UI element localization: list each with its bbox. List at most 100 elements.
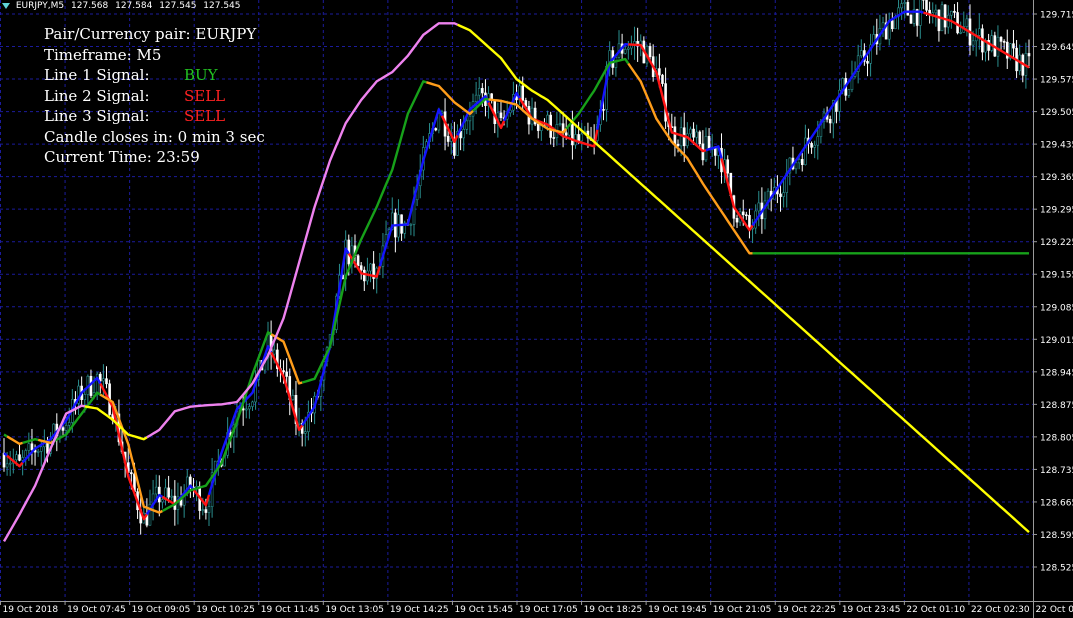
pair-row: Pair/Currency pair: EURJPY	[44, 24, 265, 45]
x-tick-label: 19 Oct 11:45	[261, 605, 320, 615]
candle-body	[937, 9, 941, 32]
candle-body	[207, 506, 211, 513]
candle-body	[64, 424, 68, 431]
candle-body	[695, 131, 698, 138]
candle-body	[741, 211, 745, 216]
candle-body	[1027, 53, 1031, 57]
candle-body	[21, 457, 24, 461]
candle-body	[536, 123, 540, 131]
candle-body	[564, 132, 568, 136]
candle-body	[303, 431, 307, 434]
candle-body	[800, 159, 804, 165]
candle-body	[359, 265, 363, 271]
candle-body	[356, 255, 360, 266]
candle-body	[891, 20, 894, 30]
line3-signal-value: SELL	[184, 107, 226, 125]
y-tick-label: 129.015	[1040, 336, 1073, 346]
line1-row: Line 1 Signal: BUY	[44, 65, 265, 86]
candle-body	[369, 263, 372, 272]
candle-body	[102, 378, 105, 382]
candle-body	[996, 36, 1000, 57]
candle-body	[971, 40, 975, 46]
candle-body	[437, 113, 441, 131]
line2-label: Line 2 Signal:	[44, 86, 150, 105]
x-tick-label: 19 Oct 23:45	[842, 605, 901, 615]
candle-body	[83, 394, 87, 400]
candle-body	[692, 128, 695, 138]
candle-body	[965, 18, 969, 27]
chart-window: 129.715 129.645 129.575 129.505 129.435 129.3…	[0, 0, 1073, 618]
candle-body	[648, 46, 652, 57]
y-tick-label: 128.875	[1040, 401, 1073, 411]
candle-body	[272, 349, 276, 355]
candle-body	[757, 202, 761, 212]
middle-line-segment	[301, 80, 427, 384]
candle-body	[251, 401, 254, 407]
candle-body	[779, 193, 782, 197]
candle-close-row: Candle closes in: 0 min 3 sec	[44, 127, 265, 148]
x-tick-label: 19 Oct 21:05	[713, 605, 772, 615]
candle-body	[15, 454, 18, 461]
candle-body	[36, 451, 40, 453]
middle-line-segment	[3, 433, 8, 438]
candle-body	[167, 487, 170, 498]
x-tick-label: 19 Oct 13:05	[325, 605, 384, 615]
candle-body	[248, 406, 251, 410]
open-price: 127.568	[71, 1, 109, 11]
y-tick-label: 129.085	[1040, 303, 1073, 313]
y-tick-label: 129.715	[1040, 11, 1073, 21]
candle-body	[686, 133, 689, 147]
candle-body	[978, 28, 981, 36]
candle-body	[468, 115, 472, 122]
y-tick-label: 128.735	[1040, 466, 1073, 476]
high-price: 127.584	[115, 1, 153, 11]
candle-body	[521, 85, 525, 101]
candle-body	[18, 454, 21, 461]
x-tick-label: 19 Oct 10:25	[196, 605, 255, 615]
candle-body	[804, 137, 807, 165]
fast-line-segment	[301, 247, 350, 426]
line2-row: Line 2 Signal: SELL	[44, 86, 265, 107]
symbol-menu-arrow-icon[interactable]	[2, 2, 10, 9]
candle-body	[580, 133, 584, 142]
candle-body	[474, 94, 478, 102]
candle-body	[105, 378, 108, 385]
candle-body	[704, 136, 708, 161]
y-tick-label: 128.805	[1040, 433, 1073, 443]
middle-line-segment	[426, 81, 474, 116]
candle-body	[745, 214, 748, 217]
candle-body	[909, 14, 913, 24]
candle-body	[847, 89, 851, 96]
y-tick-label: 129.225	[1040, 238, 1073, 248]
x-tick-label: 19 Oct 18:25	[584, 605, 643, 615]
candle-body	[925, 0, 928, 11]
timeframe-label: Timeframe: M5	[44, 45, 162, 64]
candle-body	[30, 443, 34, 451]
x-tick-label: 22 Oct 01:10	[906, 605, 965, 615]
y-tick-label: 129.435	[1040, 141, 1073, 151]
candle-body	[5, 463, 9, 468]
x-tick-label: 19 Oct 19:45	[648, 605, 707, 615]
symbol-header: EURJPY,M5 127.568 127.584 127.545 127.54…	[2, 1, 245, 11]
x-tick-label: 19 Oct 14:25	[390, 605, 449, 615]
candle-body	[409, 224, 413, 226]
y-tick-label: 129.645	[1040, 43, 1073, 53]
indicator-info-panel: Pair/Currency pair: EURJPY Timeframe: M5…	[44, 24, 265, 168]
low-price: 127.545	[159, 1, 197, 11]
candle-body	[673, 126, 677, 145]
x-tick-label: 19 Oct 15:45	[454, 605, 513, 615]
current-time-row: Current Time: 23:59	[44, 147, 265, 168]
candle-body	[363, 269, 366, 282]
candle-body	[462, 128, 465, 139]
candle-body	[434, 128, 438, 131]
candle-body	[990, 35, 994, 51]
candle-body	[1012, 43, 1015, 49]
y-tick-label: 128.665	[1040, 498, 1073, 508]
candle-body	[748, 215, 751, 230]
candle-body	[446, 135, 450, 142]
x-tick-label: 22 Oct 02:30	[971, 605, 1030, 615]
candle-body	[950, 10, 953, 16]
candle-body	[735, 218, 739, 223]
candle-body	[953, 10, 956, 13]
candle-body	[810, 143, 813, 148]
